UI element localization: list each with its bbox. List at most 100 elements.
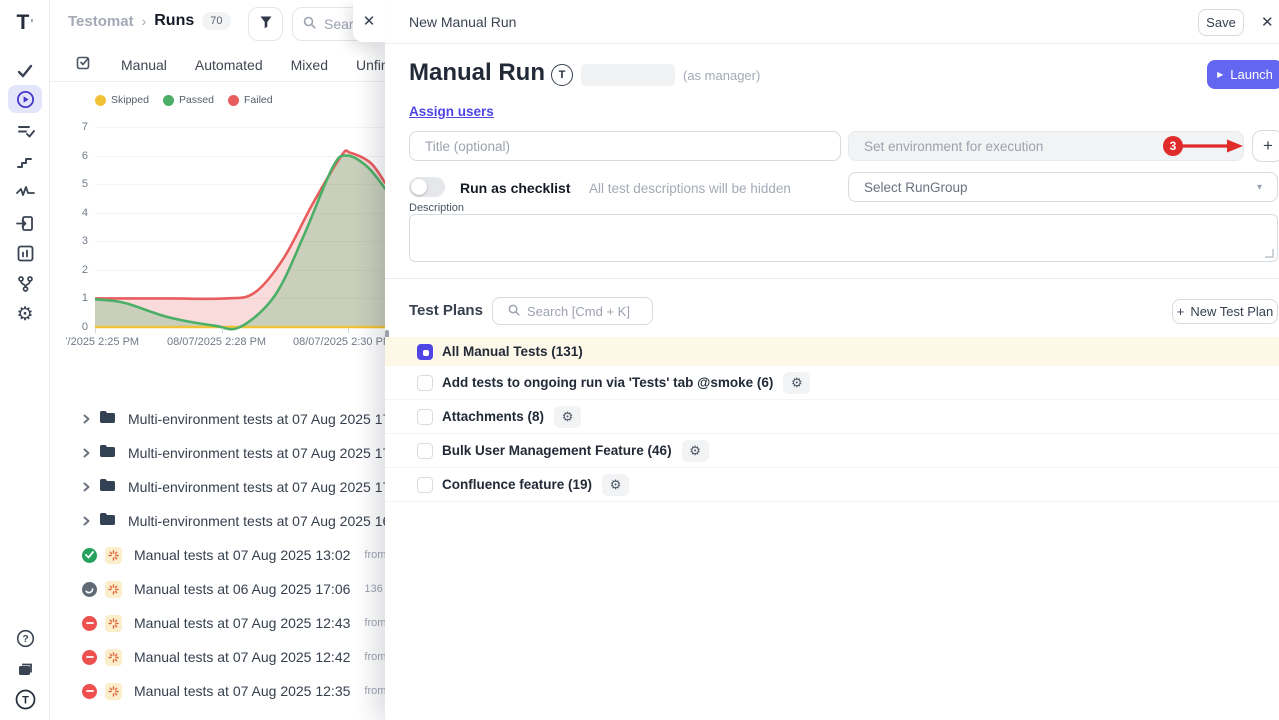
run-folder-row[interactable]: Multi-environment tests at 07 Aug 2025 1…: [50, 504, 385, 538]
run-title[interactable]: Manual tests at 07 Aug 2025 12:35: [134, 683, 350, 699]
chart-legend: Skipped Passed Failed: [95, 94, 273, 106]
tab-automated[interactable]: Automated: [181, 57, 277, 73]
test-plan-label[interactable]: Bulk User Management Feature (46): [442, 443, 672, 458]
add-environment-button[interactable]: +: [1252, 130, 1279, 162]
sidebar-item-import[interactable]: [0, 210, 50, 236]
breadcrumb-project[interactable]: Testomat: [68, 13, 134, 30]
run-title[interactable]: Multi-environment tests at 07 Aug 2025 1…: [128, 411, 385, 427]
select-all-checkbox-icon[interactable]: [76, 55, 91, 75]
run-title[interactable]: Manual tests at 06 Aug 2025 17:06: [134, 581, 350, 597]
run-title-input[interactable]: Title (optional): [409, 131, 841, 161]
checkbox[interactable]: [417, 477, 433, 493]
legend-failed[interactable]: Failed: [228, 94, 273, 106]
run-folder-row[interactable]: Multi-environment tests at 07 Aug 2025 1…: [50, 470, 385, 504]
test-plan-list: All Manual Tests (131) Add tests to ongo…: [385, 337, 1279, 502]
save-button[interactable]: Save: [1198, 9, 1244, 36]
stairs-icon: [16, 153, 34, 171]
panel-title: New Manual Run: [409, 14, 516, 30]
tab-manual[interactable]: Manual: [107, 57, 181, 73]
assign-users-link[interactable]: Assign users: [409, 104, 494, 119]
run-title[interactable]: Multi-environment tests at 07 Aug 2025 1…: [128, 479, 385, 495]
chevron-right-icon[interactable]: [82, 482, 91, 492]
test-plan-label[interactable]: Attachments (8): [442, 409, 544, 424]
test-plan-row[interactable]: All Manual Tests (131): [385, 337, 1279, 366]
test-plan-label[interactable]: All Manual Tests (131): [442, 344, 583, 359]
sidebar-item-analytics[interactable]: [0, 240, 50, 266]
test-plan-row[interactable]: Bulk User Management Feature (46) ⚙: [385, 434, 1279, 468]
checkbox[interactable]: [417, 409, 433, 425]
sidebar-item-runs[interactable]: [0, 86, 50, 112]
author-name-redacted: [581, 64, 675, 86]
launch-button[interactable]: ▶ Launch: [1207, 60, 1279, 89]
gear-icon[interactable]: ⚙: [682, 440, 709, 462]
test-plan-label[interactable]: Confluence feature (19): [442, 477, 592, 492]
gear-icon[interactable]: ⚙: [783, 372, 810, 394]
run-title[interactable]: Manual tests at 07 Aug 2025 12:42: [134, 649, 350, 665]
chevron-right-icon[interactable]: [82, 516, 91, 526]
run-folder-row[interactable]: Multi-environment tests at 07 Aug 2025 1…: [50, 402, 385, 436]
test-plan-row[interactable]: Attachments (8) ⚙: [385, 400, 1279, 434]
sidebar-item-steps[interactable]: [0, 149, 50, 175]
gear-icon[interactable]: ⚙: [554, 406, 581, 428]
sidebar-item-account[interactable]: T: [0, 686, 50, 712]
description-label: Description: [409, 202, 464, 214]
sidebar-item-tests[interactable]: [0, 58, 50, 84]
filter-button[interactable]: [248, 7, 283, 41]
description-textarea[interactable]: [409, 214, 1278, 262]
run-title[interactable]: Multi-environment tests at 07 Aug 2025 1…: [128, 513, 385, 529]
legend-passed[interactable]: Passed: [163, 94, 214, 106]
test-plans-heading: Test Plans: [409, 302, 483, 319]
run-as-checklist-toggle[interactable]: [409, 177, 445, 197]
sidebar-item-projects[interactable]: [0, 656, 50, 682]
test-plan-label[interactable]: Add tests to ongoing run via 'Tests' tab…: [442, 375, 773, 390]
sidebar-item-test-plans[interactable]: [0, 118, 50, 144]
annotation-arrow-icon: [1181, 138, 1245, 159]
author-avatar: T: [551, 64, 573, 86]
run-title[interactable]: Manual tests at 07 Aug 2025 12:43: [134, 615, 350, 631]
run-meta: from Custom: [364, 617, 385, 629]
test-plan-row[interactable]: Confluence feature (19) ⚙: [385, 468, 1279, 502]
sidebar-item-pulse[interactable]: [0, 179, 50, 205]
folder-icon: [99, 444, 116, 463]
run-meta: from Custom: [364, 549, 385, 561]
app-logo[interactable]: T': [0, 8, 50, 38]
tab-mixed[interactable]: Mixed: [277, 57, 342, 73]
new-test-plan-button[interactable]: + New Test Plan: [1172, 299, 1278, 324]
chevron-right-icon[interactable]: [82, 448, 91, 458]
sidebar-item-settings[interactable]: ⚙: [0, 301, 50, 327]
tab-unfinished[interactable]: Unfinished: [342, 57, 385, 73]
runs-page: Testomat › Runs 70 Search Manual Automat…: [50, 0, 385, 720]
sidebar-item-help[interactable]: ?: [0, 625, 50, 651]
run-row[interactable]: Manual tests at 07 Aug 2025 12:35 from C…: [50, 674, 385, 708]
checkbox-checked[interactable]: [417, 344, 433, 360]
run-row[interactable]: Manual tests at 07 Aug 2025 13:02 from C…: [50, 538, 385, 572]
checkbox[interactable]: [417, 443, 433, 459]
run-row[interactable]: Manual tests at 06 Aug 2025 17:06 136 te…: [50, 572, 385, 606]
run-folder-row[interactable]: Multi-environment tests at 07 Aug 2025 1…: [50, 436, 385, 470]
folder-icon: [99, 478, 116, 497]
section-divider: [385, 278, 1279, 279]
environment-placeholder: Set environment for execution: [864, 139, 1043, 154]
resize-handle[interactable]: [1265, 249, 1274, 258]
sidebar-item-branches[interactable]: [0, 271, 50, 297]
panel-edge-close-button[interactable]: ✕: [353, 0, 385, 42]
run-title[interactable]: Manual tests at 07 Aug 2025 13:02: [134, 547, 350, 563]
chevron-right-icon[interactable]: [82, 414, 91, 424]
role-label: (as manager): [683, 68, 760, 83]
test-plan-row[interactable]: Add tests to ongoing run via 'Tests' tab…: [385, 366, 1279, 400]
chevron-down-icon: ▾: [1257, 182, 1262, 193]
search-placeholder: Search [Cmd + K]: [527, 304, 630, 319]
run-row[interactable]: Manual tests at 07 Aug 2025 12:43 from C…: [50, 606, 385, 640]
gear-icon[interactable]: ⚙: [602, 474, 629, 496]
run-row[interactable]: Manual tests at 07 Aug 2025 12:42 from C…: [50, 640, 385, 674]
run-title[interactable]: Multi-environment tests at 07 Aug 2025 1…: [128, 445, 385, 461]
checkbox[interactable]: [417, 375, 433, 391]
test-plans-search-input[interactable]: Search [Cmd + K]: [492, 297, 653, 325]
y-tick-label: 7: [64, 121, 88, 133]
legend-skipped[interactable]: Skipped: [95, 94, 149, 106]
close-icon: ✕: [363, 12, 376, 30]
rungroup-select[interactable]: Select RunGroup ▾: [848, 172, 1278, 202]
status-neutral-icon: [82, 582, 97, 597]
annotation-step-badge: 3: [1163, 136, 1183, 156]
close-icon[interactable]: ✕: [1261, 13, 1274, 31]
